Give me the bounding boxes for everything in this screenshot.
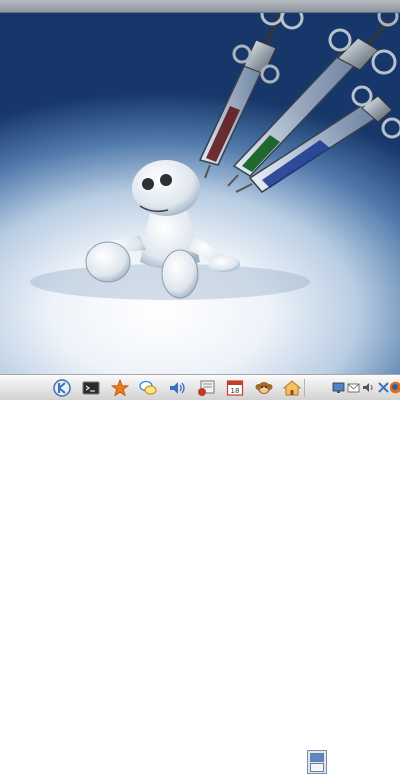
firefox-tray[interactable] — [390, 380, 400, 394]
display-icon — [332, 382, 344, 393]
wallpaper — [30, 12, 400, 300]
monkey-icon — [255, 382, 273, 394]
home-folder-icon — [283, 380, 301, 396]
desktop-pager[interactable] — [307, 750, 327, 774]
desktop[interactable] — [0, 0, 400, 400]
network-x-icon — [377, 381, 389, 393]
k-menu-icon — [53, 379, 71, 397]
star-icon — [111, 379, 129, 397]
calendar-icon: 18 — [226, 380, 244, 396]
taskbar-separator — [304, 379, 305, 397]
news-button[interactable] — [196, 378, 216, 398]
bookmarks-button[interactable] — [110, 378, 130, 398]
svg-text:18: 18 — [231, 387, 240, 395]
calendar-button[interactable]: 18 — [225, 378, 245, 398]
pager-desktop-1[interactable] — [310, 753, 324, 762]
news-feed-icon — [198, 380, 215, 396]
terminal-button[interactable] — [81, 378, 101, 398]
mail-tray[interactable] — [346, 380, 360, 394]
kmonkey-button[interactable] — [254, 378, 274, 398]
pager-desktop-2[interactable] — [310, 763, 324, 772]
display-tray[interactable] — [331, 380, 345, 394]
chat-bubbles-icon — [139, 380, 157, 395]
volume-tray[interactable] — [361, 380, 375, 394]
top-panel — [0, 0, 400, 13]
messenger-button[interactable] — [138, 378, 158, 398]
k-menu-button[interactable] — [52, 378, 72, 398]
network-tray[interactable] — [376, 380, 390, 394]
volume-icon — [362, 382, 372, 392]
mixer-button[interactable] — [167, 378, 187, 398]
home-folder-button[interactable] — [282, 378, 302, 398]
terminal-icon — [82, 381, 100, 395]
taskbar: 18 — [0, 374, 400, 774]
firefox-icon — [390, 381, 400, 393]
speaker-icon — [170, 382, 185, 394]
mail-icon — [347, 383, 359, 392]
